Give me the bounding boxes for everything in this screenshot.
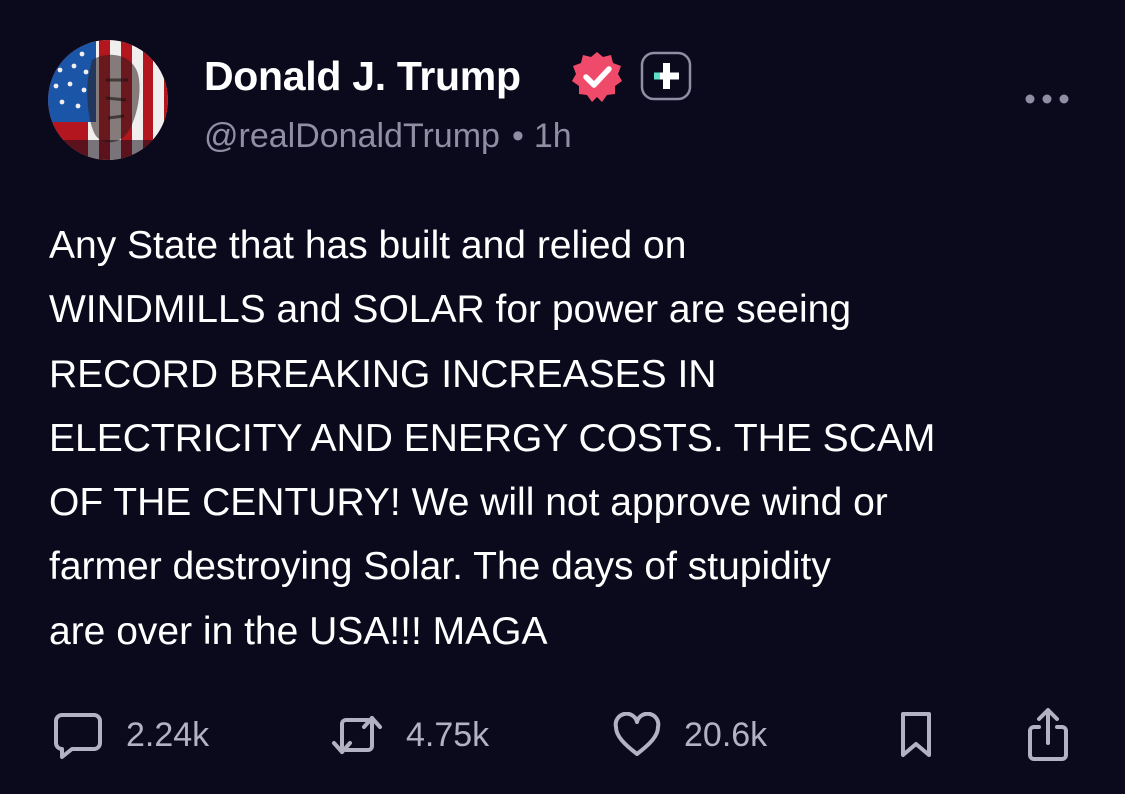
reply-button[interactable]: 2.24k [52, 705, 209, 765]
post-body-line: farmer destroying Solar. The days of stu… [49, 545, 831, 589]
repost-count: 4.75k [406, 716, 490, 754]
post-timestamp[interactable]: 1h [534, 117, 572, 155]
author-display-name[interactable]: Donald J. Trump [204, 52, 521, 100]
like-button[interactable]: 20.6k [612, 705, 767, 765]
repost-icon [332, 716, 382, 754]
post-body-line: WINDMILLS and SOLAR for power are seeing [49, 288, 852, 332]
author-handle[interactable]: @realDonaldTrump [204, 117, 500, 155]
author-avatar[interactable] [48, 40, 168, 160]
like-count: 20.6k [684, 716, 768, 754]
post-body: Any State that has built and relied on W… [49, 214, 1089, 664]
share-icon [1028, 708, 1068, 761]
meta-separator: • [511, 117, 524, 155]
repost-button[interactable]: 4.75k [330, 705, 489, 765]
post-body-line: Any State that has built and relied on [49, 224, 687, 267]
bookmark-button[interactable] [896, 705, 936, 765]
more-options-button[interactable] [1022, 88, 1072, 110]
post-body-line: ELECTRICITY AND ENERGY COSTS. THE SCAM [49, 416, 936, 460]
share-button[interactable] [1024, 705, 1072, 765]
more-dots-icon [1025, 94, 1069, 104]
like-icon [613, 712, 661, 756]
flag-portrait-avatar [48, 40, 168, 160]
author-meta: @realDonaldTrump • 1h [204, 116, 572, 156]
reply-count: 2.24k [126, 716, 210, 754]
bookmark-icon [901, 712, 931, 757]
post-body-line: RECORD BREAKING INCREASES IN [49, 352, 717, 396]
reply-icon [54, 713, 102, 759]
plus-badge-icon [640, 51, 692, 101]
post-body-line: are over in the USA!!! MAGA [49, 609, 548, 653]
post-card: Donald J. Trump @realDonaldTrump • 1h Any … [0, 0, 1125, 794]
post-body-line: OF THE CENTURY! We will not approve wind… [49, 481, 888, 525]
verified-check-icon [570, 50, 624, 104]
